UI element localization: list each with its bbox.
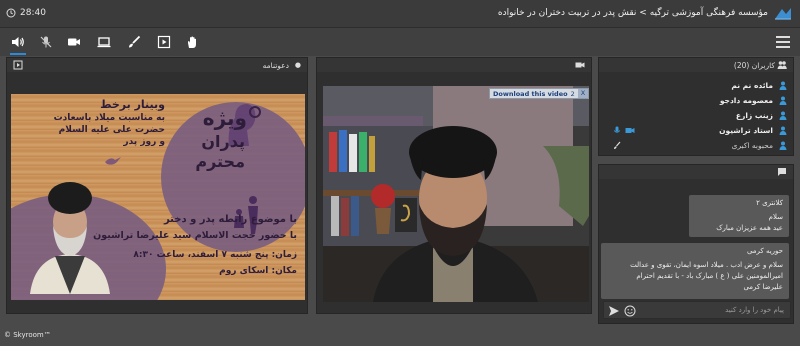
chat-icon bbox=[778, 168, 786, 176]
skyroom-logo-icon bbox=[775, 8, 791, 20]
menu-bar bbox=[776, 41, 790, 43]
camera-on-icon bbox=[625, 128, 635, 133]
toolbar bbox=[0, 28, 800, 56]
mic-off-icon bbox=[40, 36, 52, 48]
chat-text: سلام bbox=[768, 213, 783, 221]
user-icon bbox=[779, 96, 787, 105]
user-name: مائده نم نم bbox=[731, 81, 773, 90]
emoji-icon[interactable] bbox=[624, 305, 636, 317]
timer-value: 28:40 bbox=[20, 8, 46, 18]
user-name: معصومه دادجو bbox=[719, 96, 773, 105]
screen-share-button[interactable] bbox=[96, 34, 112, 50]
invitation-poster: وبینار برخط به مناسبت میلاد باسعادت حضرت… bbox=[11, 94, 305, 300]
users-icon bbox=[777, 61, 787, 69]
brush-icon bbox=[129, 35, 141, 48]
presentation-icon[interactable] bbox=[13, 60, 23, 70]
speaker-icon bbox=[12, 37, 24, 47]
user-name: محبوبه اکبری bbox=[731, 141, 773, 150]
chat-panel-header bbox=[599, 165, 793, 179]
download-video-label[interactable]: Download this video bbox=[493, 90, 568, 98]
screen-share-icon bbox=[97, 37, 111, 48]
user-row[interactable]: معصومه دادجو bbox=[599, 93, 793, 108]
mic-button[interactable] bbox=[38, 34, 54, 50]
poster-place: مکان: اسکای روم bbox=[219, 266, 297, 276]
document-panel-title: دعوتنامه bbox=[262, 61, 289, 70]
user-row[interactable]: محبوبه اکبری bbox=[599, 138, 793, 153]
title-bar: مؤسسه فرهنگی آموزشی ترگیه > نقش پدر در ت… bbox=[0, 0, 800, 28]
poster-host: با حضور حجت الاسلام سید علیرضا تراشیون bbox=[93, 230, 297, 241]
whiteboard-button[interactable] bbox=[126, 34, 142, 50]
document-panel: ● دعوتنامه وبینار برخط به مناسبت میلاد ب… bbox=[6, 57, 308, 314]
chat-sender: حوریه کرمی bbox=[746, 247, 783, 255]
session-timer: 28:40 bbox=[6, 6, 46, 20]
chat-message: حوریه کرمی سلام و عرض ادب . میلاد اسوه ا… bbox=[601, 243, 789, 299]
user-row[interactable]: استاد تراشیون bbox=[599, 123, 793, 138]
raise-hand-button[interactable] bbox=[184, 34, 200, 50]
skyroom-brand-footer: © Skyroom™ bbox=[4, 331, 51, 339]
user-icon bbox=[779, 141, 787, 150]
menu-bar bbox=[776, 46, 790, 48]
media-button[interactable] bbox=[156, 34, 172, 50]
user-icon bbox=[779, 126, 787, 135]
poster-headline: محترم bbox=[195, 152, 245, 171]
mic-on-icon bbox=[613, 126, 621, 133]
poster-headline: ویژه bbox=[202, 106, 247, 130]
clock-icon bbox=[6, 8, 16, 18]
video-stream[interactable]: Download this video 2 X bbox=[323, 86, 589, 302]
poster-webinar-title: وبینار برخط bbox=[100, 98, 165, 111]
camera-button[interactable] bbox=[66, 34, 82, 50]
send-icon[interactable] bbox=[608, 305, 620, 317]
download-close-button[interactable]: X bbox=[578, 89, 588, 98]
user-icon bbox=[779, 81, 787, 90]
user-name: استاد تراشیون bbox=[719, 126, 773, 135]
chat-message: کلانتری ۲ سلام عید همه عزیزان مبارک bbox=[689, 195, 789, 237]
user-icon bbox=[779, 111, 787, 120]
chat-input-bar bbox=[603, 301, 791, 319]
users-panel-title: کاربران (20) bbox=[733, 61, 775, 70]
poster-occasion-line: به مناسبت میلاد باسعادت bbox=[53, 113, 165, 123]
poster-time: زمان: پنج شنبه ۷ اسفند، ساعت ۸:۳۰ bbox=[133, 250, 297, 260]
chat-text: علیرضا کرمی bbox=[743, 283, 783, 291]
speaker-button[interactable] bbox=[10, 34, 26, 55]
menu-button[interactable] bbox=[776, 36, 790, 48]
user-row[interactable]: زینب زارع bbox=[599, 108, 793, 123]
menu-bar bbox=[776, 36, 790, 38]
users-panel: کاربران (20) مائده نم نم معصومه دادجو زی… bbox=[598, 57, 794, 156]
chat-sender: کلانتری ۲ bbox=[756, 199, 783, 207]
video-panel-header bbox=[317, 58, 591, 72]
user-name: زینب زارع bbox=[735, 111, 773, 120]
download-count: 2 bbox=[570, 89, 575, 98]
chat-messages: کلانتری ۲ سلام عید همه عزیزان مبارک حوری… bbox=[599, 181, 793, 301]
room-title: مؤسسه فرهنگی آموزشی ترگیه > نقش پدر در ت… bbox=[497, 8, 768, 18]
panel-dot-icon: ● bbox=[294, 61, 301, 69]
chat-panel: کلانتری ۲ سلام عید همه عزیزان مبارک حوری… bbox=[598, 164, 794, 324]
raise-hand-icon bbox=[188, 36, 196, 48]
poster-occasion-line: و روز پدر bbox=[123, 137, 165, 147]
user-row[interactable]: مائده نم نم bbox=[599, 78, 793, 93]
speaker-video-image bbox=[323, 86, 589, 302]
media-icon bbox=[157, 35, 171, 49]
video-panel: Download this video 2 X bbox=[316, 57, 592, 314]
chat-text: عید همه عزیزان مبارک bbox=[716, 224, 783, 232]
users-panel-header: کاربران (20) bbox=[599, 58, 793, 72]
poster-headline: پدران bbox=[201, 132, 245, 151]
chat-text: سلام و عرض ادب . میلاد اسوه ایمان، تقوی … bbox=[630, 261, 783, 269]
poster-topic: با موضوع رابطه پدر و دختر bbox=[163, 214, 297, 225]
document-panel-header: ● دعوتنامه bbox=[7, 58, 307, 72]
chat-message-input[interactable] bbox=[644, 304, 784, 316]
poster-occasion-line: حضرت علی علیه السلام bbox=[58, 125, 165, 135]
download-video-bar[interactable]: Download this video 2 X bbox=[489, 88, 589, 99]
user-list: مائده نم نم معصومه دادجو زینب زارع استاد… bbox=[599, 78, 793, 153]
video-camera-icon bbox=[575, 62, 585, 68]
bird-icon bbox=[105, 157, 121, 165]
chat-text: امیرالمومنین علی ( ع ) مبارک باد - با تق… bbox=[636, 272, 783, 280]
camera-icon bbox=[68, 38, 80, 46]
brush-permission-icon bbox=[614, 141, 621, 149]
